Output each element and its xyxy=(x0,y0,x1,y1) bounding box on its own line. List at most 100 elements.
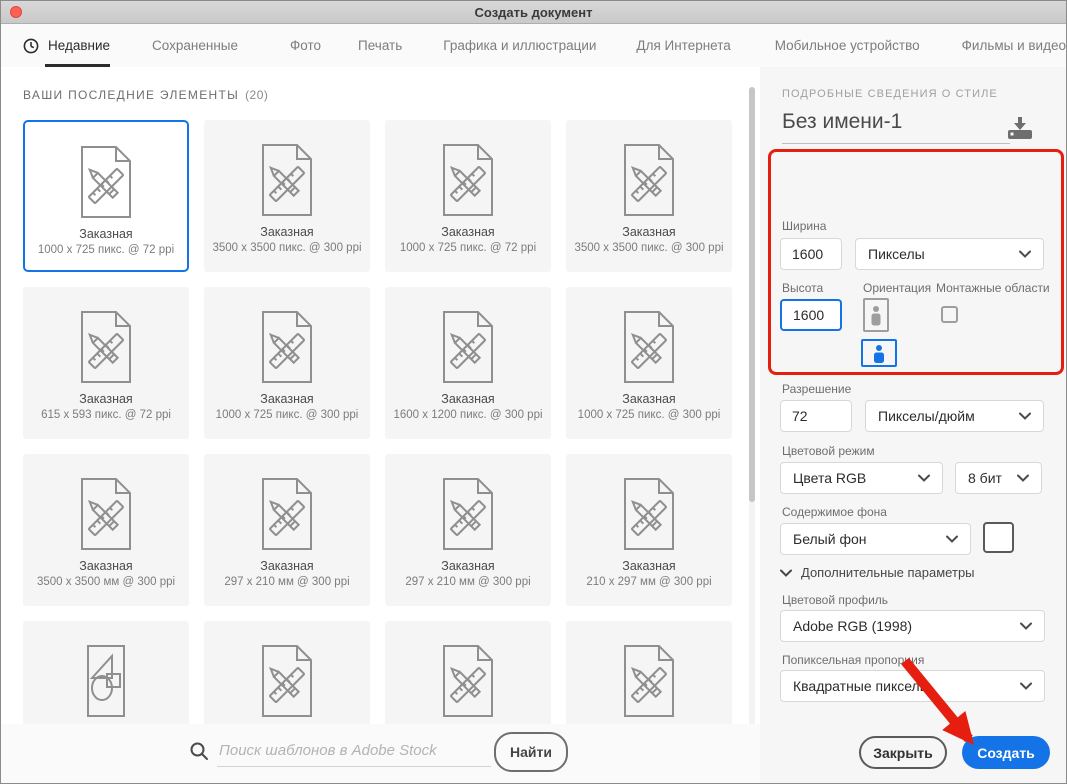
orientation-landscape-button[interactable] xyxy=(861,339,897,367)
color-profile-select[interactable]: Adobe RGB (1998) xyxy=(780,610,1045,642)
scrollbar[interactable] xyxy=(749,87,755,727)
height-input[interactable]: 1600 xyxy=(780,299,842,331)
close-button[interactable]: Закрыть xyxy=(859,736,947,769)
resolution-unit-select[interactable]: Пикселы/дюйм xyxy=(865,400,1044,432)
template-name: Заказная xyxy=(79,227,132,241)
recent-count: (20) xyxy=(245,88,268,102)
window-title: Создать документ xyxy=(475,5,593,20)
template-name: Заказная xyxy=(79,392,132,406)
scrollbar-thumb[interactable] xyxy=(749,87,755,502)
tab-label: Для Интернета xyxy=(636,38,730,53)
pixel-aspect-label: Попиксельная пропорция xyxy=(782,653,924,667)
template-card[interactable] xyxy=(385,621,551,724)
tab-label: Мобильное устройство xyxy=(775,38,920,53)
search-input[interactable] xyxy=(217,734,491,767)
template-card[interactable]: Заказная1600 x 1200 пикс. @ 300 ppi xyxy=(385,287,551,439)
artboards-label: Монтажные области xyxy=(936,281,1050,295)
template-name: Заказная xyxy=(260,392,313,406)
template-name: Заказная xyxy=(441,225,494,239)
resolution-input[interactable]: 72 xyxy=(780,400,852,432)
template-spec: 3500 x 3500 пикс. @ 300 ppi xyxy=(574,242,723,254)
tab-mobile[interactable]: Мобильное устройство xyxy=(775,24,920,67)
save-preset-icon[interactable] xyxy=(1006,117,1034,146)
template-card[interactable]: Заказная210 x 297 мм @ 300 ppi xyxy=(566,454,732,606)
document-template-icon xyxy=(258,642,316,720)
find-button[interactable]: Найти xyxy=(494,732,568,772)
chevron-down-icon xyxy=(918,474,930,482)
template-card[interactable]: Заказная 1000 x 725 пикс. @ 72 ppi xyxy=(385,120,551,272)
tab-art-illustration[interactable]: Графика и иллюстрации xyxy=(443,24,596,67)
document-template-icon xyxy=(77,143,135,221)
tab-label: Сохраненные xyxy=(152,38,238,53)
titlebar: Создать документ xyxy=(1,1,1066,24)
advanced-options-toggle[interactable]: Дополнительные параметры xyxy=(780,565,975,580)
document-template-icon xyxy=(620,642,678,720)
recent-section-header: ВАШИ ПОСЛЕДНИЕ ЭЛЕМЕНТЫ(20) xyxy=(23,88,268,102)
tab-recent[interactable]: Недавние xyxy=(23,24,110,67)
tab-label: Фильмы и видео xyxy=(962,38,1066,53)
template-spec: 3500 x 3500 мм @ 300 ppi xyxy=(37,576,175,588)
background-color-swatch[interactable] xyxy=(983,522,1014,553)
search-icon xyxy=(189,741,209,766)
tab-web[interactable]: Для Интернета xyxy=(636,24,730,67)
orientation-portrait-button[interactable] xyxy=(863,298,889,332)
template-card[interactable] xyxy=(204,621,370,724)
clock-icon xyxy=(23,38,39,54)
template-card[interactable]: Заказная 3500 x 3500 пикс. @ 300 ppi xyxy=(204,120,370,272)
details-panel: ПОДРОБНЫЕ СВЕДЕНИЯ О СТИЛЕ Без имени-1 Ш… xyxy=(760,67,1066,783)
tab-label: Графика и иллюстрации xyxy=(443,38,596,53)
background-value: Белый фон xyxy=(793,531,867,547)
tab-label: Печать xyxy=(358,38,402,53)
create-button[interactable]: Создать xyxy=(962,736,1050,769)
document-template-icon xyxy=(77,475,135,553)
document-template-icon xyxy=(258,141,316,219)
color-mode-select[interactable]: Цвета RGB xyxy=(780,462,943,494)
template-card[interactable]: Заказная 3500 x 3500 мм @ 300 ppi xyxy=(23,454,189,606)
template-card[interactable] xyxy=(23,621,189,724)
search-strip: Найти xyxy=(1,724,760,783)
tab-photo[interactable]: Фото xyxy=(290,24,321,67)
template-spec: 615 x 593 пикс. @ 72 ppi xyxy=(41,409,171,421)
width-unit-value: Пикселы xyxy=(868,246,925,262)
chevron-down-icon xyxy=(1019,412,1031,420)
chevron-down-icon xyxy=(946,535,958,543)
template-spec: 1600 x 1200 пикс. @ 300 ppi xyxy=(393,409,542,421)
template-name: Заказная xyxy=(260,225,313,239)
resolution-label: Разрешение xyxy=(782,382,851,396)
template-spec: 1000 x 725 пикс. @ 72 ppi xyxy=(400,242,536,254)
tab-saved[interactable]: Сохраненные xyxy=(152,24,238,67)
template-spec: 210 x 297 мм @ 300 ppi xyxy=(586,576,711,588)
template-card[interactable] xyxy=(566,621,732,724)
pixel-aspect-select[interactable]: Квадратные пикселы xyxy=(780,670,1045,702)
close-window-button[interactable] xyxy=(10,6,22,18)
pixel-aspect-value: Квадратные пикселы xyxy=(793,678,930,694)
template-card[interactable]: Заказная 1000 x 725 пикс. @ 300 ppi xyxy=(204,287,370,439)
tab-film-video[interactable]: Фильмы и видео xyxy=(962,24,1066,67)
chevron-down-icon xyxy=(1020,682,1032,690)
template-name: Заказная xyxy=(79,559,132,573)
document-template-icon xyxy=(439,141,497,219)
document-template-icon xyxy=(439,308,497,386)
color-profile-value: Adobe RGB (1998) xyxy=(793,618,912,634)
template-name: Заказная xyxy=(260,559,313,573)
tab-print[interactable]: Печать xyxy=(358,24,402,67)
template-name: Заказная xyxy=(441,559,494,573)
width-input[interactable]: 1600 xyxy=(780,238,842,270)
background-select[interactable]: Белый фон xyxy=(780,523,971,555)
width-unit-select[interactable]: Пикселы xyxy=(855,238,1044,270)
template-card[interactable]: Заказная297 x 210 мм @ 300 ppi xyxy=(204,454,370,606)
document-name-input[interactable]: Без имени-1 xyxy=(782,110,1010,144)
color-profile-label: Цветовой профиль xyxy=(782,593,888,607)
background-label: Содержимое фона xyxy=(782,505,887,519)
template-card[interactable]: Заказная297 x 210 мм @ 300 ppi xyxy=(385,454,551,606)
template-spec: 1000 x 725 пикс. @ 300 ppi xyxy=(578,409,721,421)
template-card[interactable]: Заказная3500 x 3500 пикс. @ 300 ppi xyxy=(566,120,732,272)
bit-depth-select[interactable]: 8 бит xyxy=(955,462,1042,494)
template-spec: 3500 x 3500 пикс. @ 300 ppi xyxy=(212,242,361,254)
template-card[interactable]: Заказная1000 x 725 пикс. @ 300 ppi xyxy=(566,287,732,439)
tab-bar: Недавние Сохраненные Фото Печать Графика и и… xyxy=(1,24,1066,67)
template-card[interactable]: Заказная1000 x 725 пикс. @ 72 ppi xyxy=(23,120,189,272)
template-card[interactable]: Заказная 615 x 593 пикс. @ 72 ppi xyxy=(23,287,189,439)
artboards-checkbox[interactable] xyxy=(941,306,958,323)
template-spec: 1000 x 725 пикс. @ 300 ppi xyxy=(216,409,359,421)
